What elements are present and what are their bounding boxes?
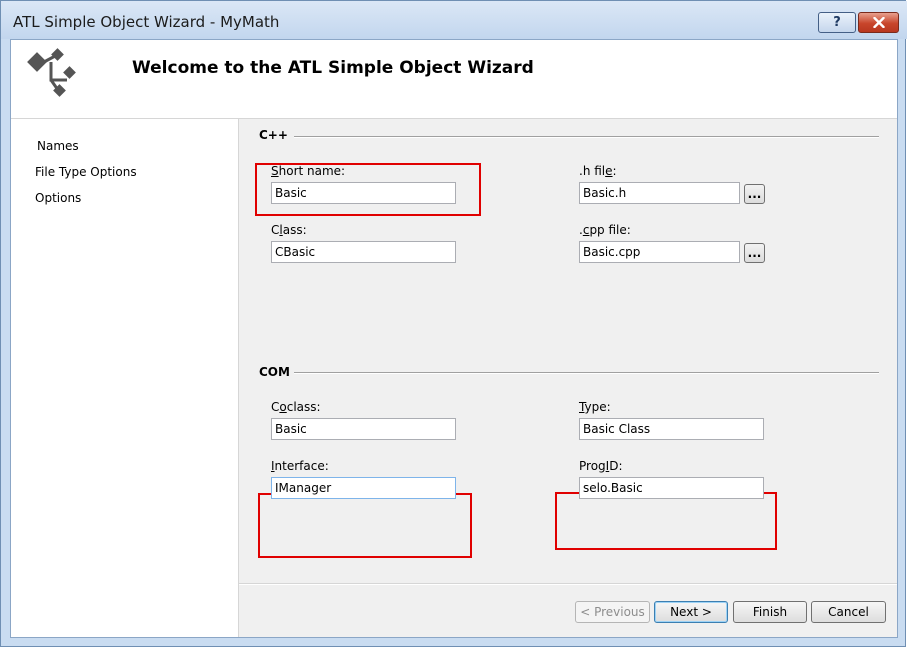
cpp-file-browse-button[interactable]: ... xyxy=(744,243,765,263)
finish-button[interactable]: Finish xyxy=(733,601,807,623)
sidebar-item-options[interactable]: Options xyxy=(35,191,81,205)
section-cpp-label: C++ xyxy=(259,128,288,142)
window-title: ATL Simple Object Wizard - MyMath xyxy=(13,13,280,31)
progid-input[interactable] xyxy=(579,477,764,499)
coclass-input[interactable] xyxy=(271,418,456,440)
wizard-header: Welcome to the ATL Simple Object Wizard xyxy=(11,40,897,119)
interface-label: Interface: xyxy=(271,459,329,473)
h-file-label: .h file: xyxy=(579,164,617,178)
wizard-content: Welcome to the ATL Simple Object Wizard … xyxy=(10,39,898,638)
cpp-file-input[interactable] xyxy=(579,241,740,263)
previous-button[interactable]: < Previous xyxy=(575,601,650,623)
help-button[interactable]: ? xyxy=(818,12,856,33)
cpp-file-label: .cpp file: xyxy=(579,223,631,237)
sidebar: Names File Type Options Options xyxy=(11,119,239,637)
progid-label: ProgID: xyxy=(579,459,623,473)
h-file-browse-button[interactable]: ... xyxy=(744,184,765,204)
type-input[interactable] xyxy=(579,418,764,440)
page-title: Welcome to the ATL Simple Object Wizard xyxy=(132,58,534,78)
sidebar-item-names[interactable]: Names xyxy=(37,139,79,153)
coclass-label: Coclass: xyxy=(271,400,321,414)
short-name-input[interactable] xyxy=(271,182,456,204)
class-label: Class: xyxy=(271,223,307,237)
footer-divider xyxy=(239,583,897,585)
highlight-progid xyxy=(555,492,777,550)
interface-input[interactable] xyxy=(271,477,456,499)
wizard-window: ATL Simple Object Wizard - MyMath ? Welc… xyxy=(0,0,907,647)
highlight-interface xyxy=(258,493,472,558)
sidebar-item-file-type-options[interactable]: File Type Options xyxy=(35,165,137,179)
cancel-button[interactable]: Cancel xyxy=(811,601,886,623)
type-label: Type: xyxy=(579,400,611,414)
help-icon: ? xyxy=(833,15,841,30)
section-com-label: COM xyxy=(259,365,290,379)
close-button[interactable] xyxy=(858,12,899,33)
names-panel: C++ Short name: Class: .h file: ... .cpp… xyxy=(239,119,897,637)
title-bar[interactable]: ATL Simple Object Wizard - MyMath ? xyxy=(1,1,907,39)
next-button[interactable]: Next > xyxy=(654,601,728,623)
h-file-input[interactable] xyxy=(579,182,740,204)
section-cpp-divider xyxy=(294,136,879,138)
short-name-label: Short name: xyxy=(271,164,346,178)
class-input[interactable] xyxy=(271,241,456,263)
wizard-arrows-icon xyxy=(27,48,76,97)
close-icon xyxy=(872,17,885,28)
section-com-divider xyxy=(294,372,879,374)
